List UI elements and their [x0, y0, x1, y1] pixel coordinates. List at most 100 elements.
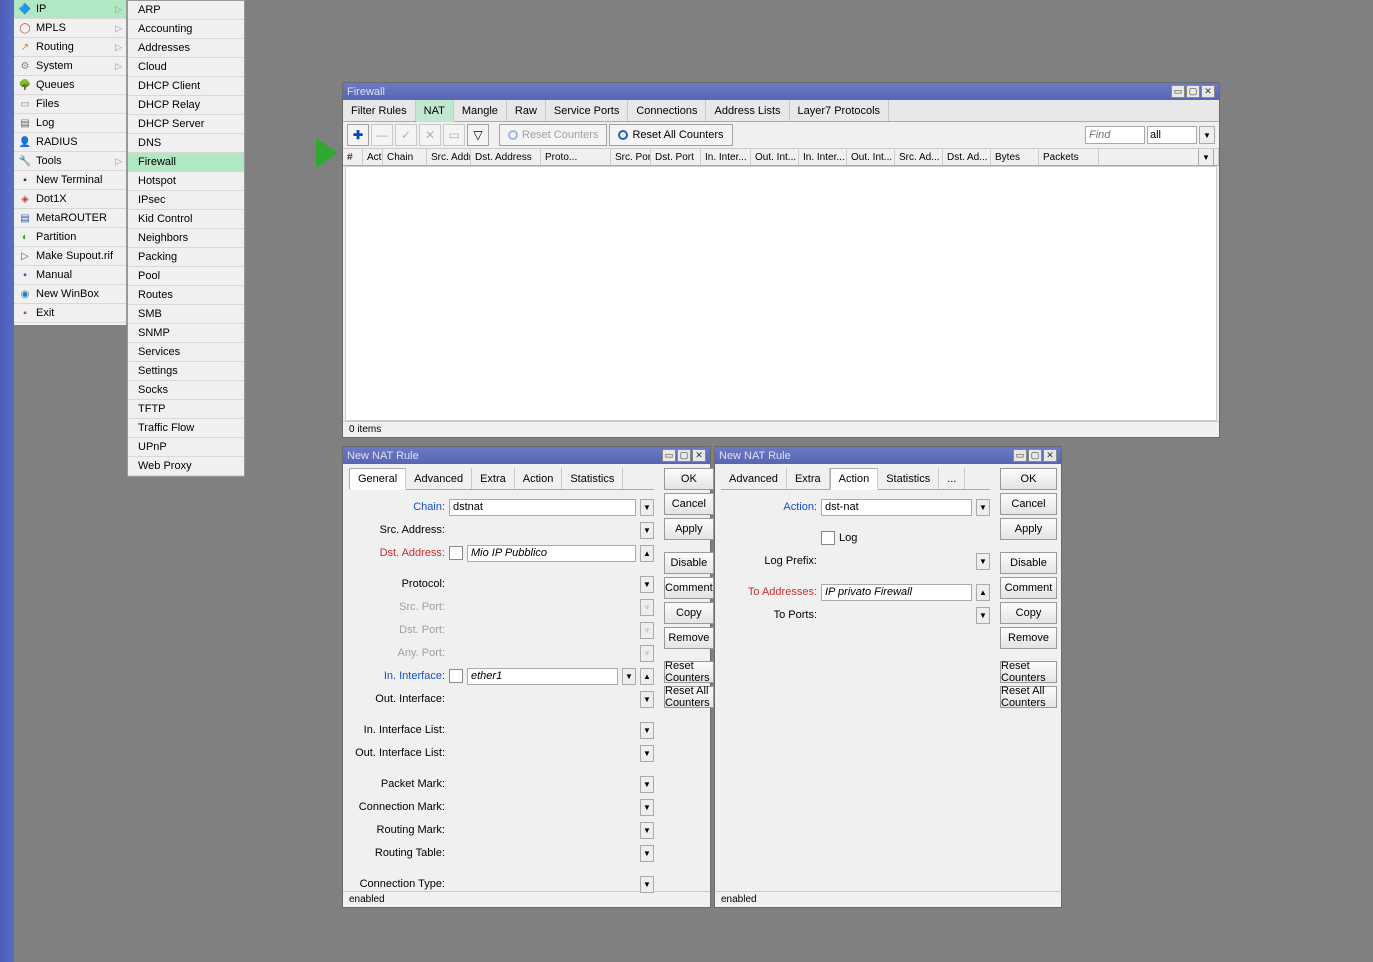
chain-input[interactable]	[449, 499, 636, 516]
tab-statistics[interactable]: Statistics	[878, 468, 939, 489]
filter-button[interactable]: ▽	[467, 124, 489, 146]
chain-dropdown[interactable]: ▼	[640, 499, 654, 516]
dst-addr-collapse[interactable]: ▲	[640, 545, 654, 562]
reset-all-counters-button[interactable]: Reset All Counters	[609, 124, 732, 146]
tab-action[interactable]: Action	[830, 468, 879, 490]
submenu-item-dhcp-client[interactable]: DHCP Client	[128, 77, 244, 96]
submenu-item-kid-control[interactable]: Kid Control	[128, 210, 244, 229]
sidebar-item-new-winbox[interactable]: ◉New WinBox	[14, 285, 126, 304]
column-header[interactable]: Src. Port	[611, 149, 651, 165]
tab-action[interactable]: Action	[515, 468, 563, 489]
column-header[interactable]: In. Inter...	[799, 149, 847, 165]
sidebar-item-ip[interactable]: 🔷IP▷	[14, 0, 126, 19]
dst-port-expand[interactable]: ▼	[640, 622, 654, 639]
copy-button[interactable]: Copy	[664, 602, 714, 624]
apply-button[interactable]: Apply	[664, 518, 714, 540]
submenu-item-packing[interactable]: Packing	[128, 248, 244, 267]
comment-button[interactable]: Comment	[664, 577, 714, 599]
conn-mark-expand[interactable]: ▼	[640, 799, 654, 816]
submenu-item-upnp[interactable]: UPnP	[128, 438, 244, 457]
maximize-button[interactable]: ▢	[677, 449, 691, 462]
tab-advanced[interactable]: Advanced	[406, 468, 472, 489]
columns-dropdown[interactable]: ▼	[1198, 149, 1214, 165]
column-header[interactable]: In. Inter...	[701, 149, 751, 165]
sidebar-item-system[interactable]: ⚙System▷	[14, 57, 126, 76]
reset-all-counters-button[interactable]: Reset All Counters	[664, 686, 714, 708]
submenu-item-neighbors[interactable]: Neighbors	[128, 229, 244, 248]
sidebar-item-tools[interactable]: 🔧Tools▷	[14, 152, 126, 171]
tab-statistics[interactable]: Statistics	[562, 468, 623, 489]
cancel-button[interactable]: Cancel	[1000, 493, 1057, 515]
tab-[interactable]: ...	[939, 468, 965, 489]
column-header[interactable]: Bytes	[991, 149, 1039, 165]
submenu-item-hotspot[interactable]: Hotspot	[128, 172, 244, 191]
submenu-item-dhcp-relay[interactable]: DHCP Relay	[128, 96, 244, 115]
sidebar-item-mpls[interactable]: ◯MPLS▷	[14, 19, 126, 38]
routing-table-expand[interactable]: ▼	[640, 845, 654, 862]
reset-counters-button[interactable]: Reset Counters	[499, 124, 607, 146]
routing-mark-expand[interactable]: ▼	[640, 822, 654, 839]
any-port-expand[interactable]: ▼	[640, 645, 654, 662]
add-button[interactable]: ✚	[347, 124, 369, 146]
in-iface-collapse[interactable]: ▲	[640, 668, 654, 685]
column-header[interactable]: Dst. Address	[471, 149, 541, 165]
firewall-titlebar[interactable]: Firewall ▭ ▢ ✕	[343, 83, 1219, 100]
sidebar-item-dot1x[interactable]: ◈Dot1X	[14, 190, 126, 209]
close-button[interactable]: ✕	[692, 449, 706, 462]
tab-extra[interactable]: Extra	[787, 468, 830, 489]
submenu-item-settings[interactable]: Settings	[128, 362, 244, 381]
remove-button[interactable]: Remove	[1000, 627, 1057, 649]
nat2-titlebar[interactable]: New NAT Rule ▭ ▢ ✕	[715, 447, 1061, 464]
to-ports-expand[interactable]: ▼	[976, 607, 990, 624]
submenu-item-arp[interactable]: ARP	[128, 1, 244, 20]
tab-service-ports[interactable]: Service Ports	[546, 100, 628, 121]
cancel-button[interactable]: Cancel	[664, 493, 714, 515]
close-button[interactable]: ✕	[1043, 449, 1057, 462]
nat1-titlebar[interactable]: New NAT Rule ▭ ▢ ✕	[343, 447, 710, 464]
tab-general[interactable]: General	[349, 468, 406, 490]
submenu-item-snmp[interactable]: SNMP	[128, 324, 244, 343]
minimize-button[interactable]: ▭	[662, 449, 676, 462]
firewall-table-body[interactable]	[345, 166, 1217, 421]
sidebar-item-metarouter[interactable]: ▤MetaROUTER	[14, 209, 126, 228]
dst-addr-input[interactable]	[467, 545, 636, 562]
in-iface-dropdown[interactable]: ▼	[622, 668, 636, 685]
column-header[interactable]: Src. Ad...	[895, 149, 943, 165]
tab-filter-rules[interactable]: Filter Rules	[343, 100, 416, 121]
column-header[interactable]: Proto...	[541, 149, 611, 165]
log-prefix-expand[interactable]: ▼	[976, 553, 990, 570]
disable-button[interactable]: Disable	[664, 552, 714, 574]
maximize-button[interactable]: ▢	[1028, 449, 1042, 462]
column-header[interactable]: Out. Int...	[847, 149, 895, 165]
tab-address-lists[interactable]: Address Lists	[706, 100, 789, 121]
comment-button[interactable]: Comment	[1000, 577, 1057, 599]
reset-all-counters-button[interactable]: Reset All Counters	[1000, 686, 1057, 708]
tab-advanced[interactable]: Advanced	[721, 468, 787, 489]
in-iface-input[interactable]	[467, 668, 618, 685]
submenu-item-web-proxy[interactable]: Web Proxy	[128, 457, 244, 476]
sidebar-item-new-terminal[interactable]: ▪New Terminal	[14, 171, 126, 190]
column-header[interactable]: Dst. Ad...	[943, 149, 991, 165]
enable-button[interactable]: ✓	[395, 124, 417, 146]
src-port-expand[interactable]: ▼	[640, 599, 654, 616]
tab-layer7-protocols[interactable]: Layer7 Protocols	[790, 100, 890, 121]
out-iface-expand[interactable]: ▼	[640, 691, 654, 708]
filter-select[interactable]	[1147, 126, 1197, 144]
reset-counters-button[interactable]: Reset Counters	[664, 661, 714, 683]
reset-counters-button[interactable]: Reset Counters	[1000, 661, 1057, 683]
sidebar-item-radius[interactable]: 👤RADIUS	[14, 133, 126, 152]
packet-mark-expand[interactable]: ▼	[640, 776, 654, 793]
dst-addr-negate[interactable]	[449, 546, 463, 560]
disable-button[interactable]: ✕	[419, 124, 441, 146]
sidebar-item-routing[interactable]: ↗Routing▷	[14, 38, 126, 57]
column-header[interactable]: Src. Address	[427, 149, 471, 165]
in-iface-list-expand[interactable]: ▼	[640, 722, 654, 739]
submenu-item-addresses[interactable]: Addresses	[128, 39, 244, 58]
log-checkbox[interactable]	[821, 531, 835, 545]
sidebar-item-manual[interactable]: ▪Manual	[14, 266, 126, 285]
column-header[interactable]: #	[343, 149, 363, 165]
disable-button[interactable]: Disable	[1000, 552, 1057, 574]
column-header[interactable]: Out. Int...	[751, 149, 799, 165]
submenu-item-cloud[interactable]: Cloud	[128, 58, 244, 77]
ok-button[interactable]: OK	[664, 468, 714, 490]
